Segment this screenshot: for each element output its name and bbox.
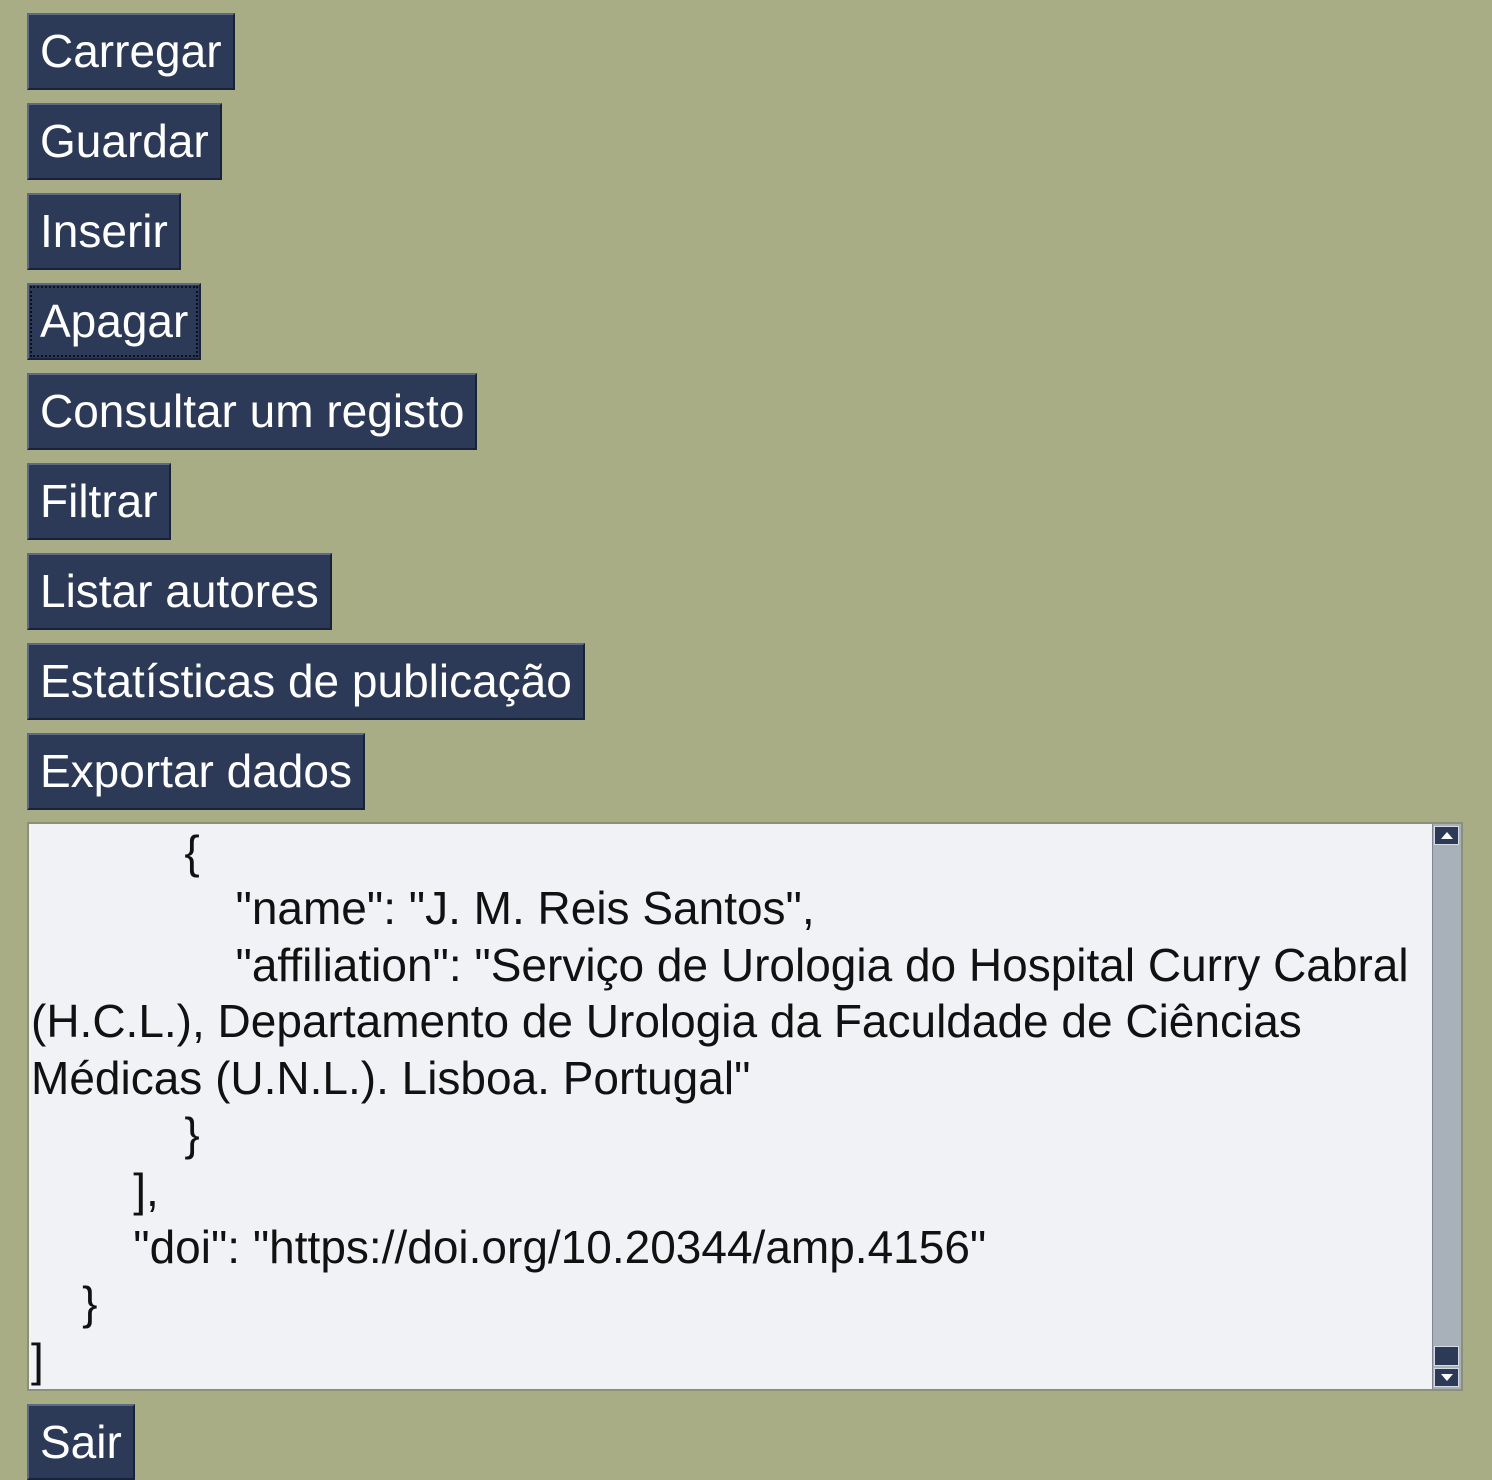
output-text[interactable]: { "name": "J. M. Reis Santos", "affiliat… bbox=[31, 824, 1431, 1389]
load-button[interactable]: Carregar bbox=[27, 13, 235, 90]
export-data-button[interactable]: Exportar dados bbox=[27, 733, 365, 810]
scroll-up-arrow-icon[interactable] bbox=[1434, 826, 1459, 845]
list-authors-button[interactable]: Listar autores bbox=[27, 553, 332, 630]
view-record-button[interactable]: Consultar um registo bbox=[27, 373, 478, 450]
scroll-down-arrow-icon[interactable] bbox=[1434, 1368, 1459, 1387]
delete-button[interactable]: Apagar bbox=[27, 283, 202, 360]
insert-button[interactable]: Inserir bbox=[27, 193, 181, 270]
output-text-area[interactable]: { "name": "J. M. Reis Santos", "affiliat… bbox=[27, 822, 1463, 1391]
action-menu: Carregar Guardar Inserir Apagar Consulta… bbox=[27, 13, 585, 823]
scroll-thumb[interactable] bbox=[1434, 1346, 1459, 1366]
vertical-scrollbar[interactable] bbox=[1432, 824, 1461, 1389]
save-button[interactable]: Guardar bbox=[27, 103, 222, 180]
filter-button[interactable]: Filtrar bbox=[27, 463, 171, 540]
exit-button[interactable]: Sair bbox=[27, 1404, 135, 1480]
publication-stats-button[interactable]: Estatísticas de publicação bbox=[27, 643, 585, 720]
